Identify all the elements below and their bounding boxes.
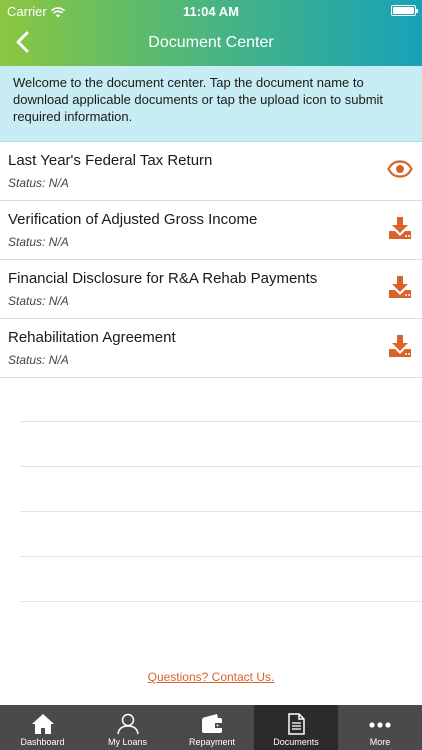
download-icon [388,334,412,363]
document-list: Last Year's Federal Tax Return Status: N… [0,142,422,378]
tab-documents[interactable]: Documents [254,705,338,750]
divider [20,377,422,422]
tab-label: Repayment [188,737,236,747]
header: Carrier 11:04 AM Document Center [0,0,422,66]
tab-label: My Loans [107,737,148,747]
download-document-button[interactable] [386,334,414,362]
document-name[interactable]: Rehabilitation Agreement [8,329,176,346]
divider [20,512,422,557]
document-status: Status: N/A [8,353,69,367]
home-icon [31,713,55,735]
document-status: Status: N/A [8,176,69,190]
download-document-button[interactable] [386,275,414,303]
empty-list-area [20,377,422,602]
download-icon [388,216,412,245]
tab-label: Documents [273,737,319,747]
download-icon [388,275,412,304]
contact-us-link[interactable]: Questions? Contact Us. [0,670,422,684]
document-icon [284,713,308,735]
tab-dashboard[interactable]: Dashboard [0,705,85,750]
intro-text: Welcome to the document center. Tap the … [13,75,384,124]
tab-label: More [369,737,391,747]
document-name[interactable]: Financial Disclosure for R&A Rehab Payme… [8,270,317,287]
eye-icon [387,159,413,183]
divider [20,467,422,512]
page-title: Document Center [148,34,274,51]
document-row-agi-verification[interactable]: Verification of Adjusted Gross Income St… [0,201,422,260]
document-status: Status: N/A [8,294,69,308]
tab-repayment[interactable]: Repayment [170,705,254,750]
download-document-button[interactable] [386,216,414,244]
tab-my-loans[interactable]: My Loans [85,705,170,750]
divider [20,422,422,467]
document-status: Status: N/A [8,235,69,249]
document-row-federal-tax-return[interactable]: Last Year's Federal Tax Return Status: N… [0,142,422,201]
battery-icon [391,5,418,16]
nav-bar: Document Center [0,22,422,66]
document-name[interactable]: Verification of Adjusted Gross Income [8,211,257,228]
more-icon [368,713,392,735]
view-document-button[interactable] [386,157,414,185]
status-bar: Carrier 11:04 AM [0,0,422,22]
divider [20,557,422,602]
person-icon [116,713,140,735]
wallet-icon [200,713,224,735]
clock: 11:04 AM [183,4,239,19]
document-row-rehabilitation-agreement[interactable]: Rehabilitation Agreement Status: N/A [0,319,422,378]
intro-banner: Welcome to the document center. Tap the … [0,66,422,142]
tab-bar: Dashboard My Loans Repayment Documents M… [0,705,422,750]
document-name[interactable]: Last Year's Federal Tax Return [8,152,212,169]
tab-label: Dashboard [20,737,65,747]
tab-more[interactable]: More [338,705,422,750]
document-row-financial-disclosure[interactable]: Financial Disclosure for R&A Rehab Payme… [0,260,422,319]
